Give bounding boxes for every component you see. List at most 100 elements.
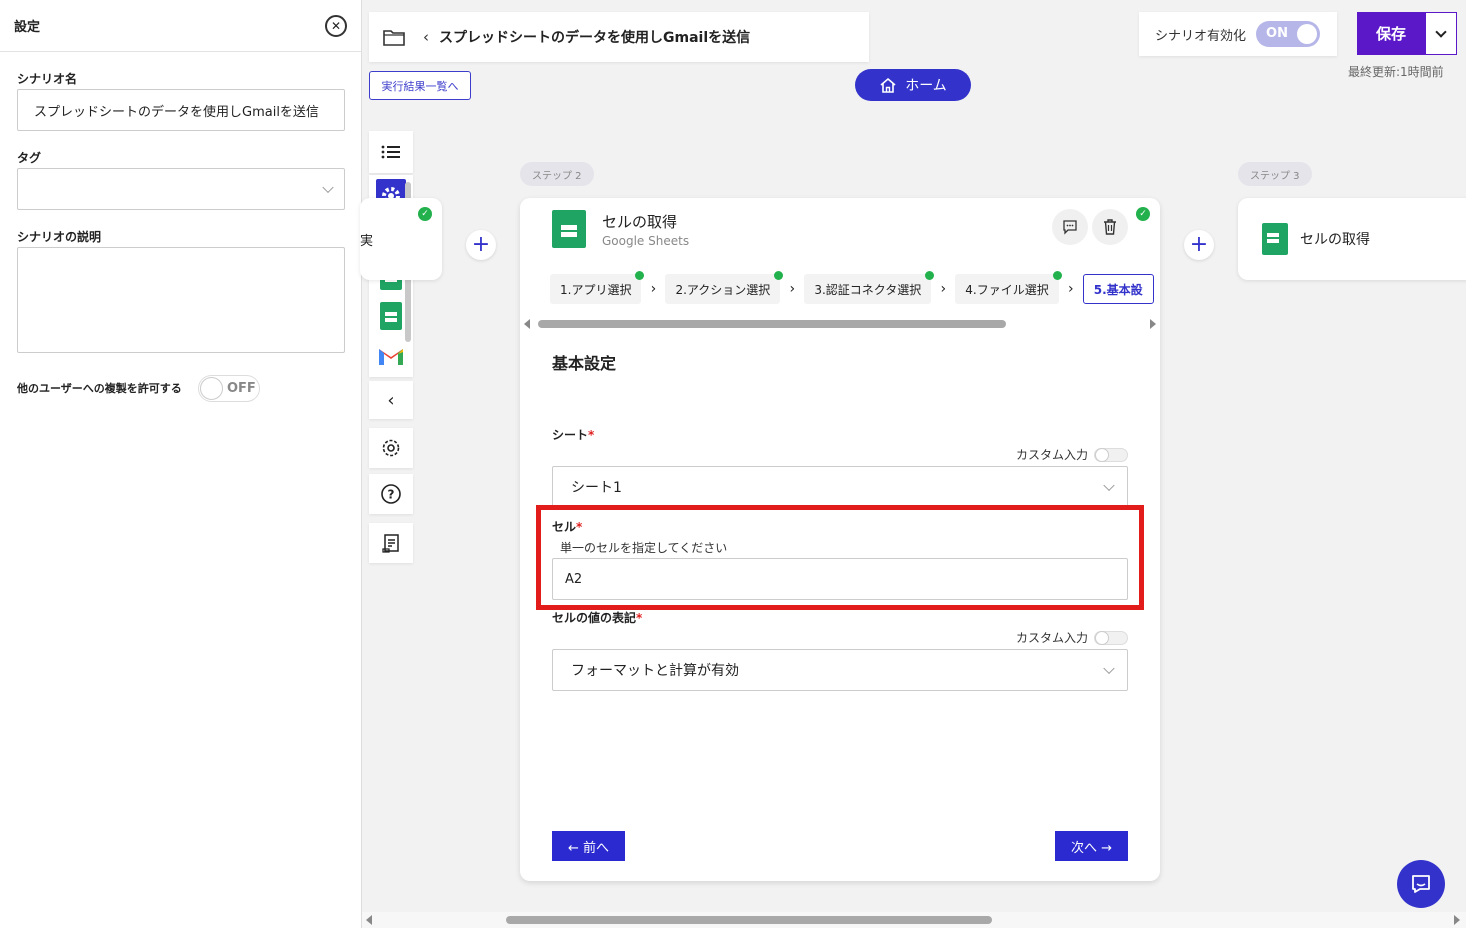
value-format-select-value: フォーマットと計算が有効	[571, 663, 739, 679]
scroll-left-icon[interactable]	[366, 915, 372, 925]
tag-select[interactable]	[17, 168, 345, 210]
value-format-select[interactable]: フォーマットと計算が有効	[552, 649, 1128, 691]
add-step-button[interactable]: +	[1184, 230, 1214, 260]
chevron-right-icon: ›	[940, 281, 947, 297]
check-icon	[635, 271, 645, 280]
list-view-button[interactable]	[369, 131, 413, 173]
toggle-knob	[1297, 24, 1318, 44]
scenario-name-input[interactable]: スプレッドシートのデータを使用しGmailを送信	[17, 89, 345, 131]
tab-label: 2.アクション選択	[675, 282, 771, 297]
chat-icon	[1412, 875, 1430, 893]
tab-label: 1.アプリ選択	[560, 282, 632, 297]
chevron-down-icon	[1103, 479, 1115, 492]
sheet-label: シート*	[552, 426, 594, 443]
google-sheets-icon	[1262, 223, 1288, 255]
step-icon-sheets-3[interactable]	[376, 299, 406, 333]
chat-button[interactable]	[1397, 860, 1445, 908]
tab-action-select[interactable]: 2.アクション選択	[665, 271, 784, 304]
highlight-box	[536, 505, 1144, 610]
allow-copy-label: 他のユーザーへの複製を許可する	[17, 382, 182, 395]
required-mark: *	[588, 428, 595, 442]
google-sheets-icon	[552, 210, 586, 248]
help-icon: ?	[381, 484, 401, 504]
list-icon	[381, 145, 400, 159]
previous-step-title: 実	[360, 234, 374, 249]
check-icon: ✓	[1136, 207, 1150, 221]
step-icon-gmail[interactable]	[376, 339, 406, 373]
scenario-title: スプレッドシートのデータを使用しGmailを送信	[439, 30, 751, 46]
sheet-custom-input: カスタム入力	[1016, 446, 1128, 463]
previous-step-card[interactable]: 実 ✓	[360, 198, 442, 280]
chevron-down-icon	[1103, 662, 1115, 675]
step-3-label: ステップ 3	[1238, 162, 1312, 186]
scroll-right-icon[interactable]	[1150, 319, 1156, 329]
back-chevron-icon[interactable]: ‹	[423, 28, 429, 46]
collapse-button[interactable]: ‹	[369, 381, 413, 419]
home-button[interactable]: ホーム	[855, 69, 971, 101]
format-custom-input-toggle[interactable]	[1094, 630, 1128, 645]
allow-copy-toggle[interactable]: OFF	[198, 375, 260, 402]
gmail-icon	[379, 349, 403, 365]
toggle-knob	[200, 377, 223, 400]
tab-label: 4.ファイル選択	[965, 282, 1049, 297]
chevron-right-icon: ›	[650, 281, 657, 297]
sheet-select[interactable]: シート1	[552, 466, 1128, 508]
value-format-label: セルの値の表記*	[552, 609, 642, 626]
save-dropdown-button[interactable]	[1425, 12, 1457, 55]
tab-file-select[interactable]: 4.ファイル選択	[955, 271, 1062, 304]
check-icon: ✓	[418, 207, 432, 221]
tabs-scrollbar[interactable]	[524, 318, 1156, 330]
add-step-button[interactable]: +	[466, 230, 496, 260]
step-tabs: 1.アプリ選択 › 2.アクション選択 › 3.認証コネクタ選択 › 4.ファイ…	[550, 271, 1154, 304]
description-textarea[interactable]	[17, 247, 345, 353]
scenario-enable-toggle[interactable]: ON	[1256, 21, 1321, 47]
canvas-scrollbar[interactable]	[362, 912, 1466, 928]
tab-basic-settings[interactable]: 5.基本設	[1082, 274, 1154, 304]
last-updated: 最終更新:1時間前	[1348, 65, 1444, 79]
tab-label: 5.基本設	[1093, 282, 1143, 297]
sheet-select-value: シート1	[571, 480, 622, 496]
sheet-custom-input-toggle[interactable]	[1094, 447, 1128, 462]
card-header: セルの取得 Google Sheets	[552, 210, 689, 248]
custom-input-label: カスタム入力	[1015, 448, 1088, 462]
scrollbar-thumb[interactable]	[506, 916, 992, 924]
step-config-card: セルの取得 Google Sheets ✓ 1.アプリ選択 › 2.アクション選…	[520, 198, 1160, 881]
document-icon	[382, 534, 399, 553]
close-icon[interactable]: ✕	[325, 14, 347, 37]
next-step-card[interactable]: セルの取得	[1238, 198, 1466, 280]
check-icon	[774, 271, 784, 280]
scenario-enable-label: シナリオ有効化	[1155, 28, 1247, 44]
tag-label: タグ	[17, 151, 42, 165]
comment-icon	[1063, 220, 1077, 235]
delete-button[interactable]	[1092, 209, 1128, 245]
next-button[interactable]: 次へ →	[1055, 831, 1128, 861]
scroll-left-icon[interactable]	[524, 319, 530, 329]
settings-button[interactable]	[369, 428, 413, 468]
home-icon	[880, 77, 896, 93]
gear-icon	[382, 439, 400, 457]
step-2-label: ステップ 2	[520, 162, 594, 186]
folder-icon[interactable]	[383, 28, 405, 46]
card-title: セルの取得	[602, 212, 678, 231]
save-button[interactable]: 保存	[1357, 12, 1425, 55]
results-list-button[interactable]: 実行結果一覧へ	[369, 71, 471, 100]
chevron-right-icon: ›	[1067, 281, 1074, 297]
tab-connector-select[interactable]: 3.認証コネクタ選択	[804, 271, 935, 304]
scroll-right-icon[interactable]	[1454, 915, 1460, 925]
comment-button[interactable]	[1052, 209, 1088, 245]
allow-copy-toggle-text: OFF	[227, 381, 256, 396]
chevron-right-icon: ›	[789, 281, 796, 297]
format-custom-input: カスタム入力	[1016, 629, 1128, 646]
google-sheets-icon	[380, 302, 402, 330]
section-title: 基本設定	[552, 354, 617, 373]
log-button[interactable]	[369, 523, 413, 563]
settings-title: 設定	[14, 20, 41, 35]
card-subtitle: Google Sheets	[602, 233, 690, 248]
scenario-enable-box: シナリオ有効化 ON	[1139, 12, 1337, 56]
scenario-enable-toggle-text: ON	[1266, 26, 1288, 41]
help-button[interactable]: ?	[369, 474, 413, 514]
prev-button[interactable]: ← 前へ	[552, 831, 625, 861]
tab-app-select[interactable]: 1.アプリ選択	[550, 271, 645, 304]
scrollbar-thumb[interactable]	[538, 320, 1006, 328]
required-mark: *	[636, 611, 643, 625]
